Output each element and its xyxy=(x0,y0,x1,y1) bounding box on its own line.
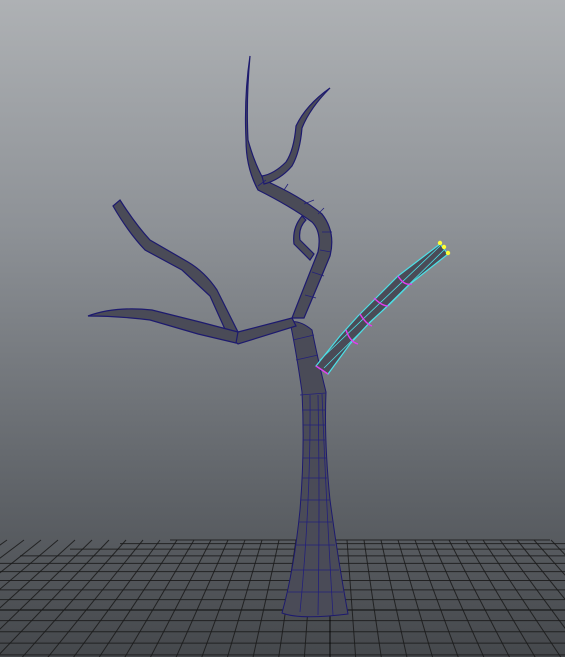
grid-line xyxy=(21,539,127,657)
branch-top-body[interactable] xyxy=(244,55,333,319)
grid-line xyxy=(482,539,562,657)
grid-line xyxy=(150,539,212,657)
grid-line xyxy=(499,539,565,629)
grid-line xyxy=(414,539,459,657)
branch-left-lower[interactable] xyxy=(87,308,239,344)
grid-line xyxy=(465,539,536,657)
grid-line xyxy=(201,539,246,657)
grid-line xyxy=(0,539,59,590)
grid-line xyxy=(252,539,280,657)
grid-line xyxy=(431,539,485,657)
ground-grid xyxy=(0,539,565,657)
branch-left-lower-body[interactable] xyxy=(87,308,239,344)
grid-line xyxy=(0,539,25,559)
branch-selected-body[interactable] xyxy=(315,243,449,375)
grid-line xyxy=(0,539,42,574)
branch-top-stub[interactable] xyxy=(293,215,315,261)
grid-line xyxy=(346,539,357,657)
grid-line xyxy=(550,539,565,556)
branch-left-upper[interactable] xyxy=(112,199,297,345)
branch-top-twig[interactable] xyxy=(261,87,331,185)
3d-viewport[interactable] xyxy=(0,0,565,657)
tree-trunk[interactable] xyxy=(281,321,349,618)
branch-left-upper-body[interactable] xyxy=(112,199,297,345)
grid-line xyxy=(124,539,195,657)
branch-top[interactable] xyxy=(244,55,333,319)
branch-selected[interactable] xyxy=(315,240,451,375)
grid-line xyxy=(98,539,178,657)
grid-line xyxy=(363,539,382,657)
grid-line xyxy=(380,539,408,657)
trunk-body[interactable] xyxy=(281,321,349,618)
grid-line xyxy=(448,539,510,657)
grid-line xyxy=(0,539,110,655)
scene-canvas[interactable] xyxy=(0,0,565,657)
grid-line xyxy=(73,539,161,657)
grid-line xyxy=(175,539,229,657)
grid-line xyxy=(47,539,144,657)
